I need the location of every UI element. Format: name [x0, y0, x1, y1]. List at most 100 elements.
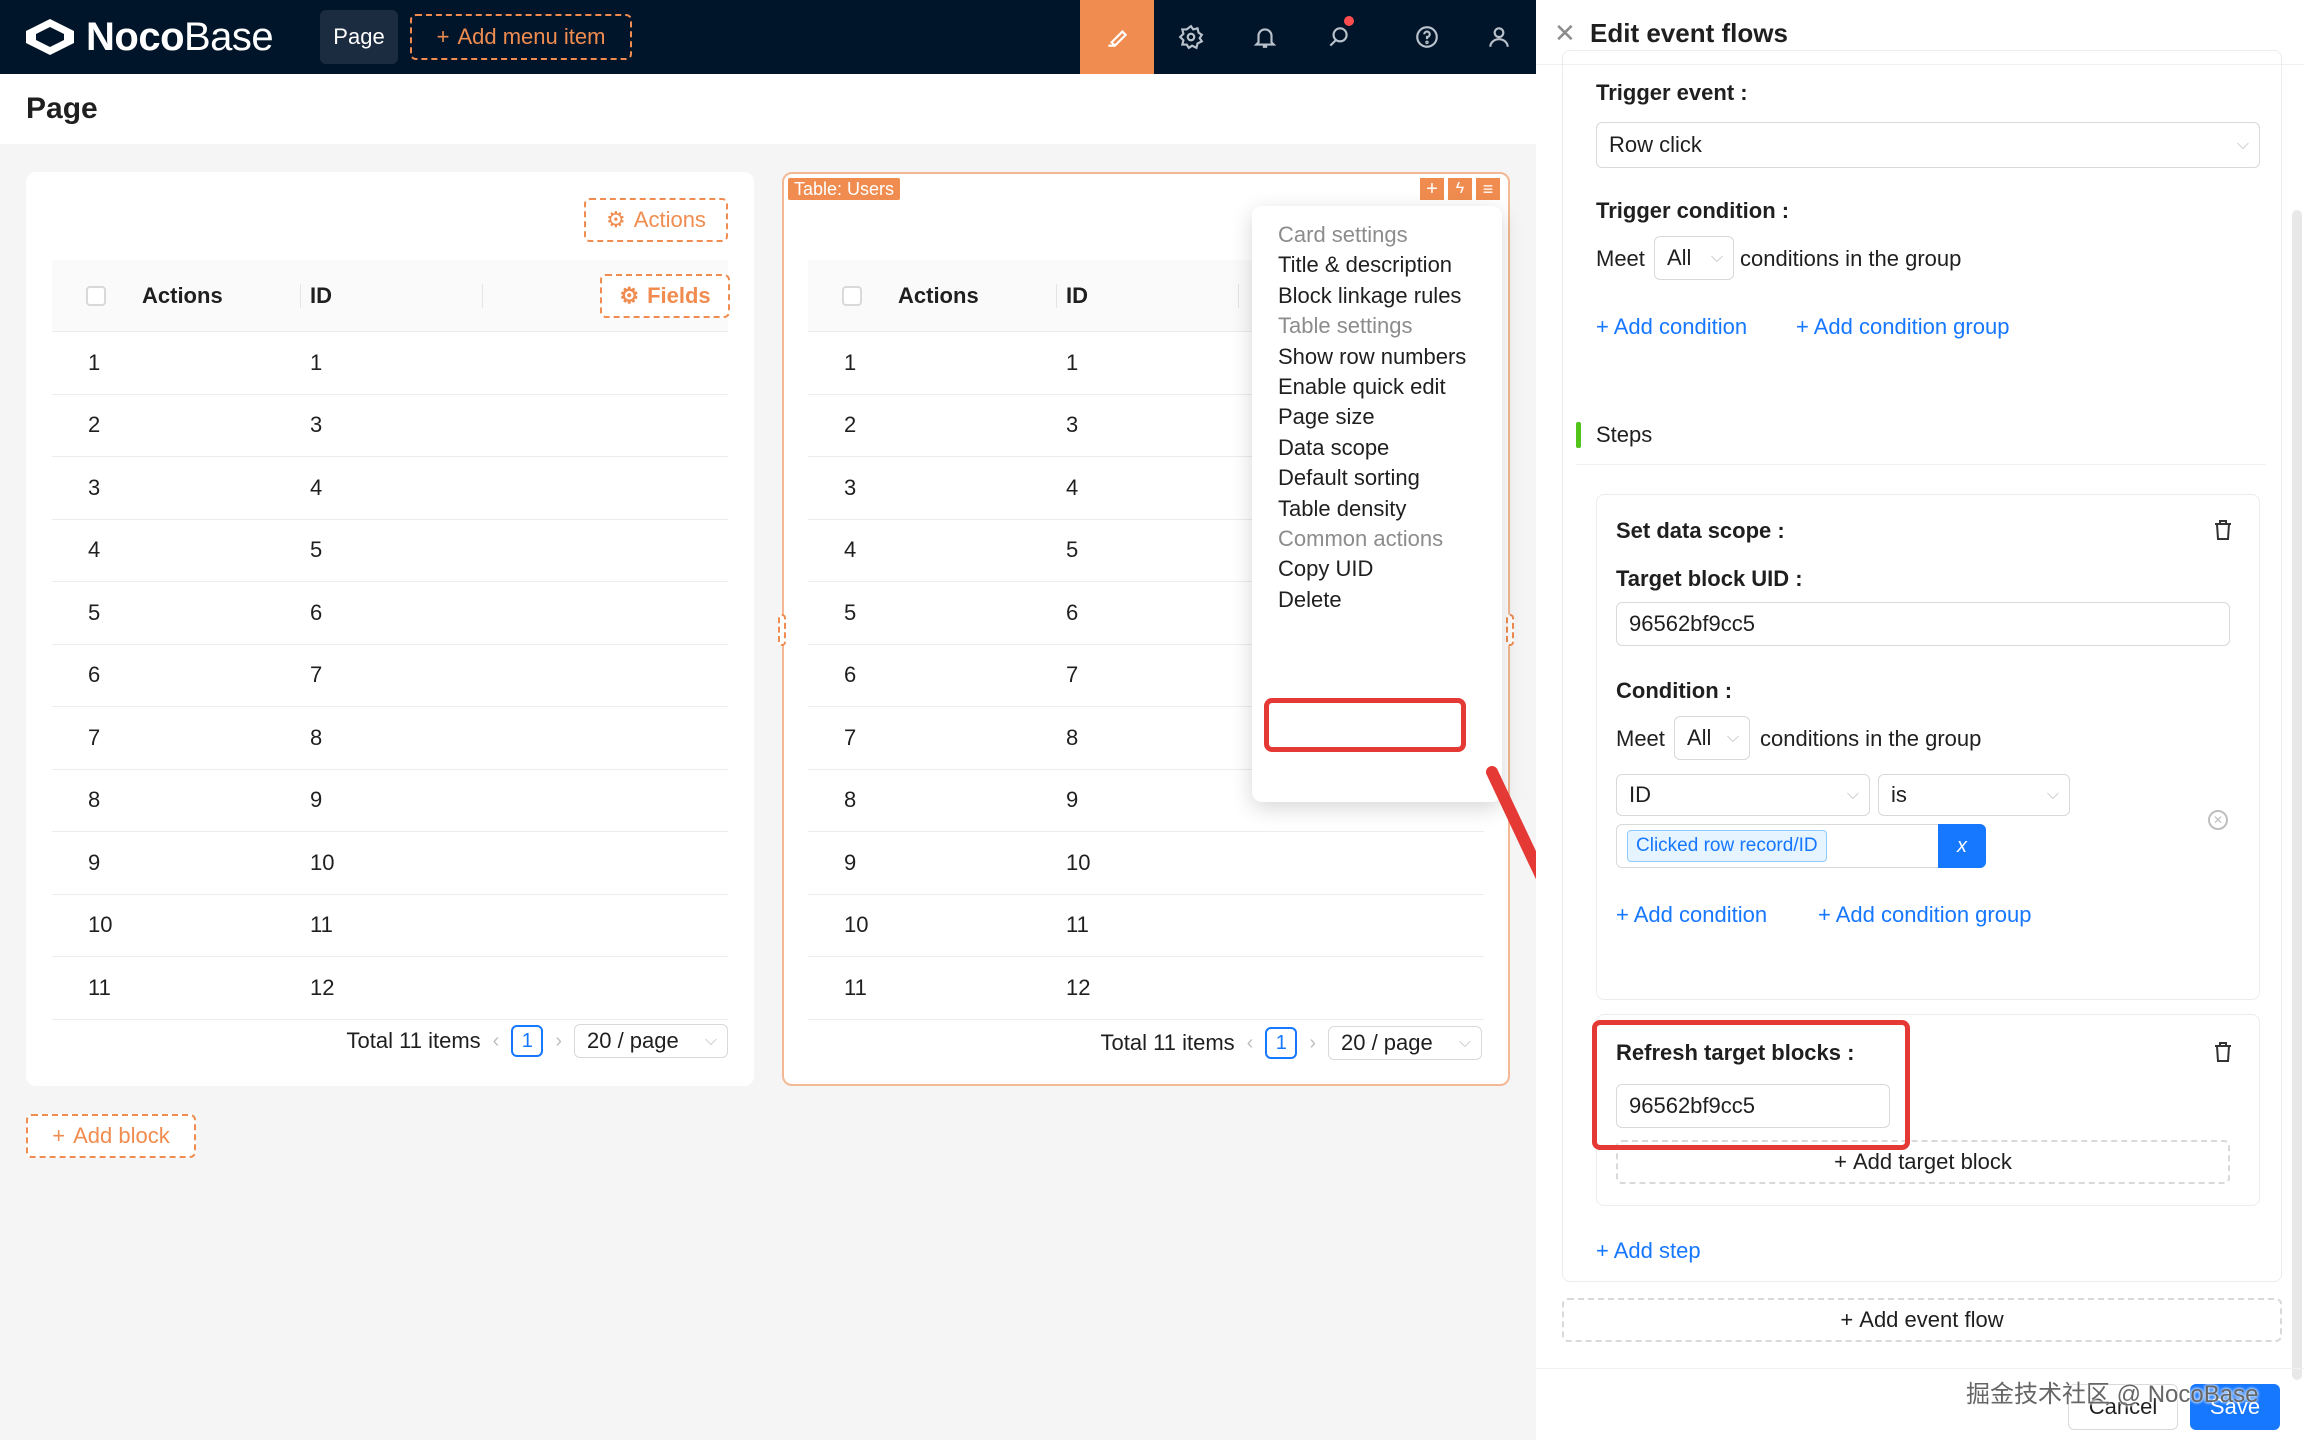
- gear-icon: ⚙: [619, 283, 640, 308]
- row-index-cell: 5: [88, 599, 101, 625]
- add-block-button[interactable]: + Add block: [26, 1114, 196, 1158]
- bell-icon: [1253, 28, 1277, 48]
- menu-item[interactable]: Page size: [1278, 404, 1375, 430]
- table-row[interactable]: 78: [52, 707, 728, 770]
- menu-item[interactable]: Title & description: [1278, 252, 1452, 278]
- plus-icon: +: [1840, 1307, 1854, 1332]
- page-header: Page: [0, 74, 1536, 144]
- close-icon[interactable]: ✕: [1554, 20, 1576, 46]
- row-index-cell: 7: [844, 724, 857, 750]
- add-icon[interactable]: +: [1420, 178, 1444, 200]
- table-row[interactable]: 56: [52, 582, 728, 645]
- table-row[interactable]: 45: [52, 520, 728, 582]
- edit-event-flows-drawer: ✕ Edit event flows Trigger event : Row c…: [1536, 0, 2304, 1440]
- id-cell: 10: [310, 849, 335, 875]
- add-menu-item-button[interactable]: + Add menu item: [410, 14, 632, 60]
- scrollbar[interactable]: [2292, 210, 2302, 1380]
- menu-icon[interactable]: ≡: [1476, 178, 1500, 200]
- page-size-select[interactable]: 20 / page ⌵: [574, 1024, 728, 1058]
- watermark: 掘金技术社区 @ NocoBase: [1966, 1381, 2259, 1408]
- user-menu-button[interactable]: [1462, 0, 1536, 74]
- table-row[interactable]: 34: [52, 457, 728, 520]
- add-condition-group-link[interactable]: + Add condition group: [1818, 902, 2031, 928]
- id-cell: 12: [310, 974, 335, 1000]
- top-navigation-bar: NocoBase Page + Add menu item: [0, 0, 1536, 74]
- notifications-button[interactable]: [1228, 0, 1302, 74]
- row-index-cell: 4: [88, 537, 101, 563]
- prev-page-icon[interactable]: ‹: [1247, 1032, 1254, 1055]
- meet-text: Meet: [1596, 246, 1645, 271]
- actions-config-button[interactable]: ⚙ Actions: [584, 198, 728, 242]
- fields-config-button[interactable]: ⚙ Fields: [600, 274, 730, 318]
- id-cell: 8: [310, 724, 323, 750]
- menu-item[interactable]: Delete: [1278, 587, 1342, 613]
- plus-icon: +: [1834, 1149, 1847, 1174]
- trash-icon[interactable]: [2212, 518, 2234, 542]
- gear-icon: [1178, 24, 1204, 50]
- menu-item[interactable]: Block linkage rules: [1278, 283, 1461, 309]
- prev-page-icon[interactable]: ‹: [493, 1030, 500, 1053]
- trash-icon[interactable]: [2212, 1040, 2234, 1064]
- trigger-condition-label: Trigger condition :: [1596, 198, 1790, 223]
- help-icon: [1416, 26, 1438, 48]
- trigger-event-label: Trigger event :: [1596, 80, 1748, 105]
- page-title: Page: [26, 92, 98, 125]
- table-row[interactable]: 23: [52, 395, 728, 457]
- logo-icon: [26, 19, 74, 55]
- remove-condition-icon[interactable]: ✕: [2208, 810, 2228, 830]
- add-condition-group-link[interactable]: + Add condition group: [1796, 314, 2009, 340]
- table-row[interactable]: 9 10: [52, 832, 728, 895]
- add-event-flow-button[interactable]: + Add event flow: [1562, 1298, 2282, 1342]
- user-icon: [1489, 27, 1509, 47]
- menu-item[interactable]: Table density: [1278, 496, 1406, 522]
- menu-item[interactable]: Copy UID: [1278, 556, 1373, 582]
- highlighter-icon: [1108, 30, 1128, 48]
- set-data-scope-label: Set data scope :: [1616, 518, 1785, 543]
- table-row[interactable]: 67: [52, 645, 728, 707]
- menu-item[interactable]: Default sorting: [1278, 465, 1420, 491]
- table-row[interactable]: 11: [52, 332, 728, 395]
- condition-logic-select[interactable]: All ⌵: [1674, 716, 1750, 760]
- row-index-cell: 9: [88, 849, 101, 875]
- chat-button[interactable]: [1302, 0, 1376, 74]
- menu-item[interactable]: Enable quick edit: [1278, 374, 1446, 400]
- add-condition-link[interactable]: + Add condition: [1596, 314, 1747, 340]
- condition-field-select[interactable]: ID ⌵: [1616, 774, 1870, 816]
- ui-editor-button[interactable]: [1080, 0, 1154, 74]
- next-page-icon[interactable]: ›: [1309, 1032, 1316, 1055]
- current-page[interactable]: 1: [511, 1025, 544, 1057]
- table-row[interactable]: 10 11: [808, 895, 1484, 957]
- condition-value-input[interactable]: Clicked row record/ID: [1616, 824, 1938, 868]
- nocobase-logo[interactable]: NocoBase: [24, 14, 274, 60]
- select-all-checkbox[interactable]: [842, 285, 862, 306]
- table-row[interactable]: 89: [52, 770, 728, 832]
- settings-button[interactable]: [1154, 0, 1228, 74]
- row-index-cell: 1: [88, 349, 101, 375]
- next-page-icon[interactable]: ›: [555, 1030, 562, 1053]
- table-row[interactable]: 9 10: [808, 832, 1484, 895]
- condition-operator-select[interactable]: is ⌵: [1878, 774, 2070, 816]
- menu-item[interactable]: Show row numbers: [1278, 344, 1466, 370]
- row-index-cell: 3: [844, 474, 857, 500]
- chevron-down-icon: ⌵: [2236, 136, 2249, 153]
- flash-icon[interactable]: ϟ: [1448, 178, 1472, 200]
- menu-item[interactable]: Data scope: [1278, 435, 1389, 461]
- help-button[interactable]: [1390, 0, 1464, 74]
- trigger-event-select[interactable]: Row click ⌵: [1596, 122, 2260, 168]
- add-step-link[interactable]: + Add step: [1596, 1238, 1701, 1264]
- current-page[interactable]: 1: [1265, 1027, 1298, 1059]
- target-block-uid-input[interactable]: 96562bf9cc5: [1616, 602, 2230, 646]
- variable-button[interactable]: x: [1938, 824, 1986, 868]
- table-row[interactable]: 11 12: [808, 957, 1484, 1020]
- trigger-logic-select[interactable]: All ⌵: [1654, 236, 1734, 280]
- row-index-cell: 8: [88, 787, 101, 813]
- table-row[interactable]: 11 12: [52, 957, 728, 1020]
- conditions-in-group-text: conditions in the group: [1740, 246, 1962, 271]
- page-size-select[interactable]: 20 / page ⌵: [1328, 1026, 1482, 1060]
- menu-group-title: Common actions: [1278, 526, 1444, 551]
- condition-label: Condition :: [1616, 678, 1733, 703]
- add-condition-link[interactable]: + Add condition: [1616, 902, 1767, 928]
- nav-item-page[interactable]: Page: [320, 10, 398, 64]
- select-all-checkbox[interactable]: [86, 285, 106, 306]
- table-row[interactable]: 10 11: [52, 895, 728, 957]
